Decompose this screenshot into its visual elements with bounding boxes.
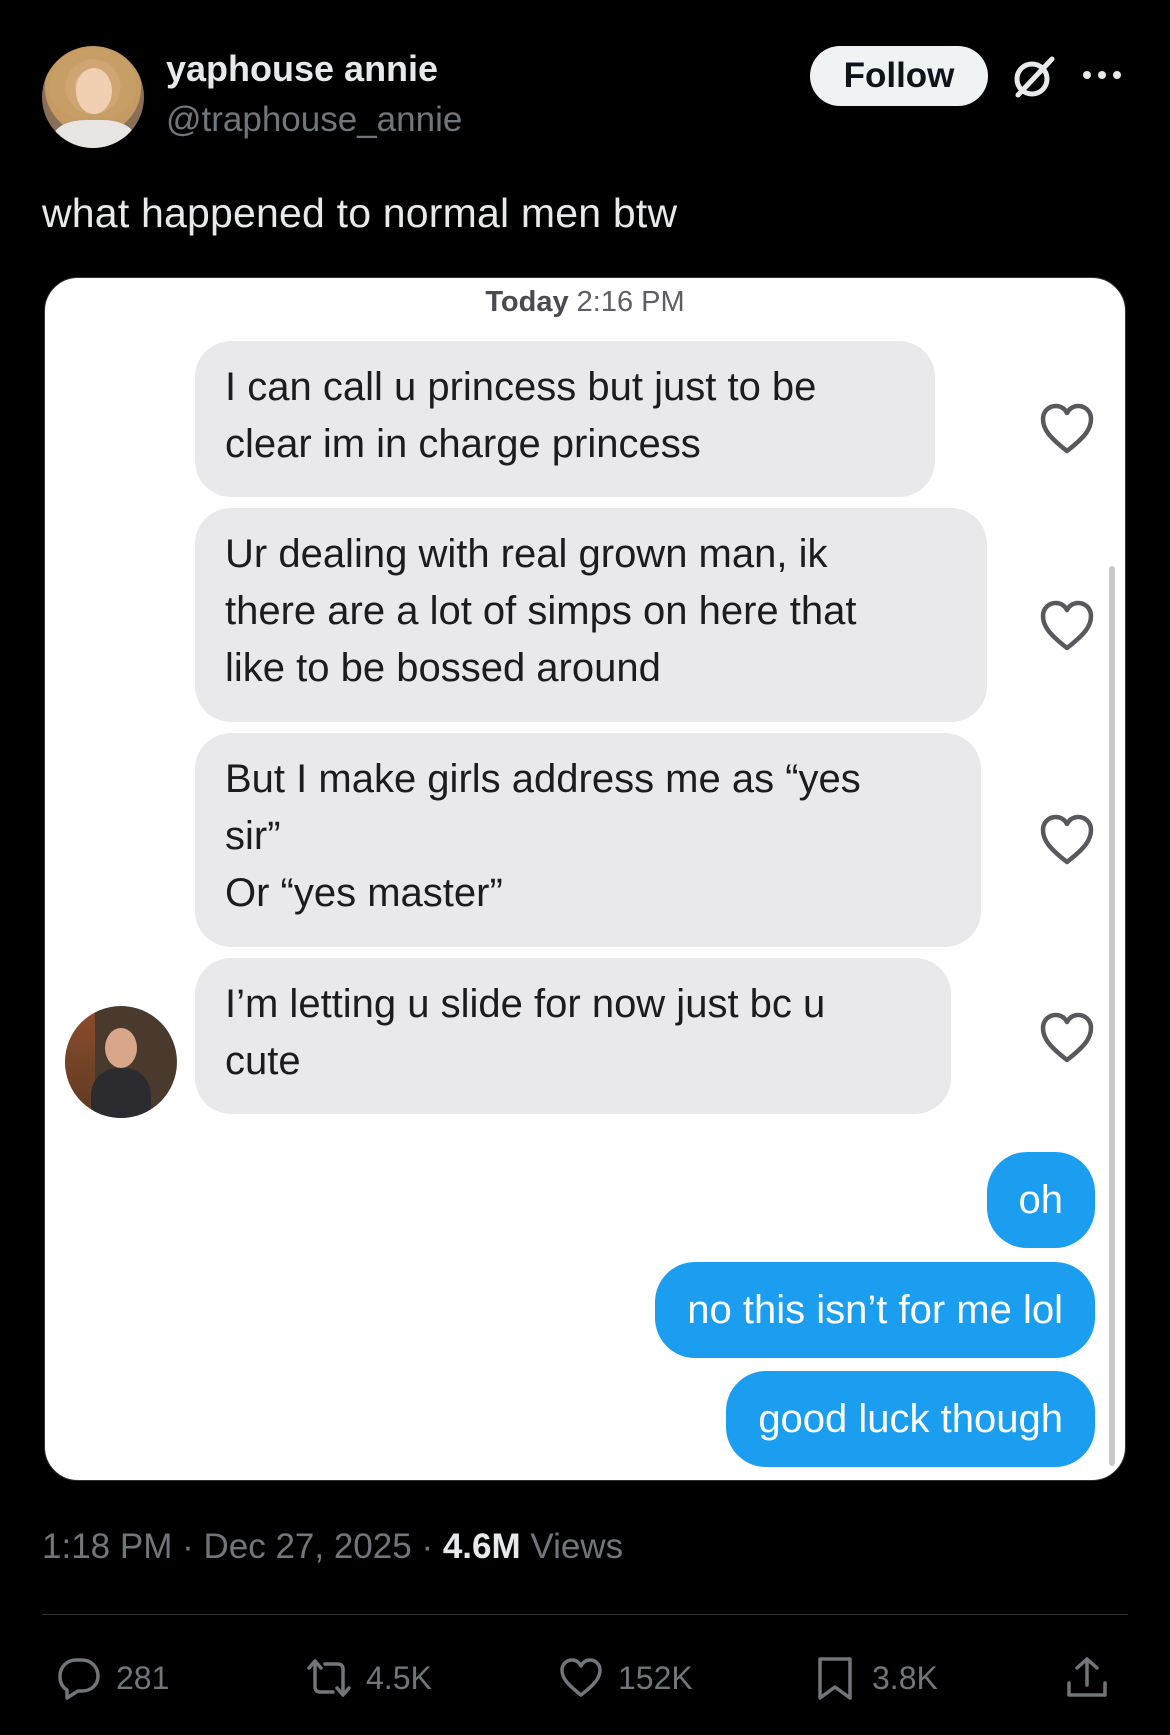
views-count: 4.6M bbox=[442, 1527, 521, 1566]
bookmark-count: 3.8K bbox=[872, 1659, 938, 1696]
chat-timestamp-time: 2:16 PM bbox=[576, 286, 685, 318]
author-display-name[interactable]: yaphouse annie bbox=[166, 48, 438, 90]
reply-icon bbox=[58, 1658, 100, 1700]
post-text: what happened to normal men btw bbox=[42, 190, 678, 236]
author-handle[interactable]: @traphouse_annie bbox=[166, 100, 462, 140]
like-icon bbox=[560, 1658, 602, 1697]
share-button[interactable] bbox=[1064, 1655, 1124, 1701]
chat-timestamp: Today 2:16 PM bbox=[45, 286, 1125, 319]
post-time[interactable]: 1:18 PM bbox=[42, 1527, 172, 1566]
heart-icon bbox=[1040, 814, 1094, 865]
incoming-message: I can call u princess but just to be cle… bbox=[195, 341, 935, 497]
sender-avatar bbox=[65, 1006, 177, 1118]
heart-icon bbox=[1040, 600, 1094, 651]
heart-icon bbox=[1040, 403, 1094, 454]
incoming-message: But I make girls address me as “yes sir”… bbox=[195, 733, 981, 947]
outgoing-message: no this isn’t for me lol bbox=[655, 1262, 1095, 1358]
incoming-message: I’m letting u slide for now just bc u cu… bbox=[195, 958, 951, 1114]
post-media-image[interactable]: Today 2:16 PM I can call u princess but … bbox=[44, 277, 1126, 1481]
post-meta: 1:18 PM · Dec 27, 2025 · 4.6M Views bbox=[42, 1527, 624, 1566]
reply-button[interactable]: 281 bbox=[56, 1655, 169, 1701]
reply-count: 281 bbox=[116, 1659, 170, 1696]
heart-icon bbox=[1040, 1012, 1094, 1063]
like-count: 152K bbox=[618, 1659, 693, 1696]
repost-button[interactable]: 4.5K bbox=[306, 1655, 432, 1701]
more-icon[interactable] bbox=[1080, 60, 1124, 90]
outgoing-message: good luck though bbox=[726, 1371, 1095, 1467]
grok-icon[interactable] bbox=[1010, 53, 1058, 101]
chat-scrollbar bbox=[1109, 566, 1115, 1466]
incoming-message: Ur dealing with real grown man, ik there… bbox=[195, 508, 987, 722]
divider bbox=[42, 1614, 1128, 1615]
repost-count: 4.5K bbox=[366, 1659, 432, 1696]
bookmark-button[interactable]: 3.8K bbox=[812, 1655, 938, 1701]
bookmark-icon bbox=[818, 1657, 852, 1700]
post-date[interactable]: Dec 27, 2025 bbox=[203, 1527, 411, 1566]
author-avatar[interactable] bbox=[42, 46, 144, 148]
like-button[interactable]: 152K bbox=[558, 1655, 693, 1701]
share-icon bbox=[1067, 1657, 1107, 1697]
chat-timestamp-day: Today bbox=[485, 286, 569, 318]
views-label: Views bbox=[530, 1527, 624, 1566]
follow-button[interactable]: Follow bbox=[810, 46, 988, 106]
repost-icon bbox=[307, 1659, 351, 1697]
outgoing-message: oh bbox=[986, 1152, 1095, 1248]
